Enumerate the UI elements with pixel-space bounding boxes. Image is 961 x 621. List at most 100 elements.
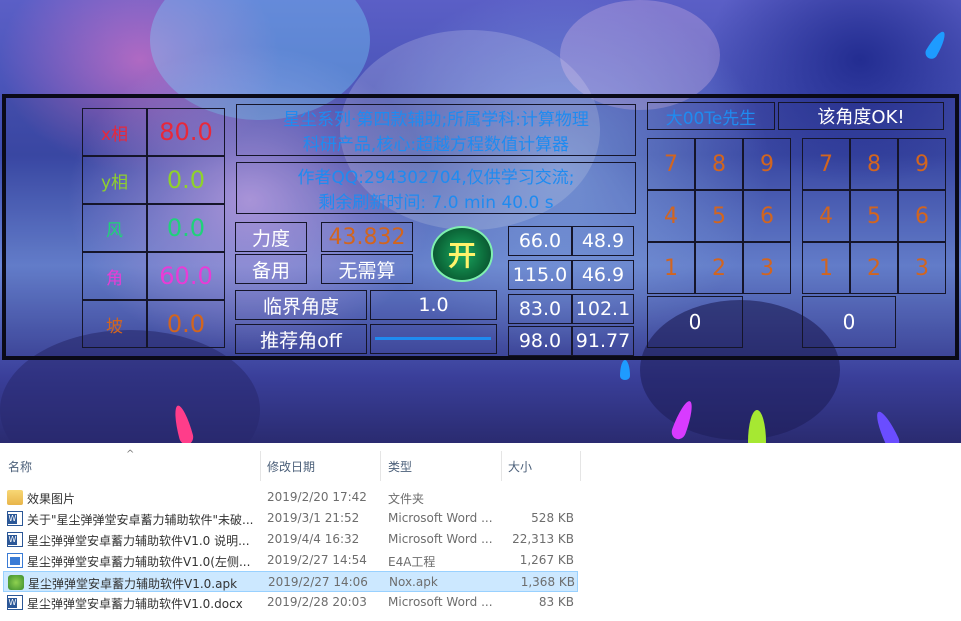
keypad-left-key-3[interactable]: 3	[743, 242, 791, 294]
keypad-right-key-4[interactable]: 4	[802, 190, 850, 242]
column-header-type[interactable]: 类型	[388, 453, 498, 479]
apk-icon	[8, 575, 24, 590]
table-cell: 115.0	[508, 260, 572, 290]
file-type: Microsoft Word ...	[388, 532, 493, 546]
keypad-left-key-5[interactable]: 5	[695, 190, 743, 242]
file-size: 1,368 KB	[520, 575, 575, 589]
keypad-left-zero[interactable]: 0	[647, 296, 743, 348]
column-type-label: 类型	[388, 459, 413, 474]
backup-label-cell: 备用	[235, 254, 307, 284]
angle-result: 115.0	[512, 264, 568, 286]
recommend-label-cell[interactable]: 推荐角off	[235, 324, 367, 354]
word-icon: W	[7, 532, 23, 547]
keypad-right-key-1[interactable]: 1	[802, 242, 850, 294]
info-line-3: 作者QQ:294302704,仅供学习交流;	[297, 168, 575, 188]
keypad-left-key-2[interactable]: 2	[695, 242, 743, 294]
file-name: 效果图片	[27, 492, 76, 506]
file-modified: 2019/3/1 21:52	[267, 511, 360, 525]
leaf-decoration	[620, 360, 630, 380]
table-cell: 83.0	[508, 294, 572, 324]
y-value-cell[interactable]: 0.0	[147, 156, 225, 204]
keypad-left-key-9[interactable]: 9	[743, 138, 791, 190]
wind-value-cell[interactable]: 0.0	[147, 204, 225, 252]
file-name: 星尘弹弹堂安卓蓄力辅助软件V1.0.docx	[27, 597, 243, 611]
table-cell: 98.0	[508, 326, 572, 356]
keypad-left-key-label: 8	[712, 151, 726, 177]
file-row[interactable]: 星尘弹弹堂安卓蓄力辅助软件V1.0.apk 2019/2/27 14:06 Nox.…	[3, 571, 578, 592]
info-line-2: 科研产品,核心:超越方程数值计算器	[302, 135, 570, 155]
file-modified: 2019/2/27 14:06	[268, 575, 368, 589]
keypad-right-key-7[interactable]: 7	[802, 138, 850, 190]
critical-value-cell[interactable]: 1.0	[370, 290, 497, 320]
keypad-left-key-4[interactable]: 4	[647, 190, 695, 242]
wind-label-cell: 风	[82, 204, 147, 252]
angle-result: 98.0	[518, 330, 562, 352]
recommend-slider[interactable]	[370, 324, 497, 354]
force-result: 46.9	[581, 264, 625, 286]
author-tag: 大00Te先生	[665, 108, 757, 129]
keypad-left-key-7[interactable]: 7	[647, 138, 695, 190]
file-row[interactable]: W 星尘弹弹堂安卓蓄力辅助软件V1.0 说明... 2019/4/4 16:32 Mi…	[3, 529, 578, 550]
keypad-right-zero-label: 0	[842, 310, 856, 334]
word-icon: W	[7, 511, 23, 526]
angle-label: 角	[106, 268, 123, 289]
file-type: 文件夹	[388, 492, 425, 506]
keypad-right-key-9[interactable]: 9	[898, 138, 946, 190]
table-cell: 102.1	[572, 294, 634, 324]
file-row[interactable]: 效果图片 2019/2/20 17:42 文件夹	[3, 487, 578, 508]
file-row[interactable]: 星尘弹弹堂安卓蓄力辅助软件V1.0(左侧... 2019/2/27 14:54 E4…	[3, 550, 578, 571]
column-divider[interactable]	[580, 451, 581, 481]
column-header-size[interactable]: 大小	[508, 453, 578, 479]
x-value-cell[interactable]: 80.0	[147, 108, 225, 156]
keypad-right-key-2[interactable]: 2	[850, 242, 898, 294]
table-cell: 48.9	[572, 226, 634, 256]
file-type: Microsoft Word ...	[388, 595, 493, 609]
keypad-left-key-6[interactable]: 6	[743, 190, 791, 242]
keypad-right-key-label: 1	[819, 255, 833, 281]
keypad-right-key-label: 2	[867, 255, 881, 281]
column-divider[interactable]	[380, 451, 381, 481]
force-result: 48.9	[581, 230, 625, 252]
file-row[interactable]: W 关于"星尘弹弹堂安卓蓄力辅助软件"未破... 2019/3/1 21:52 Mic…	[3, 508, 578, 529]
keypad-left-key-label: 6	[760, 203, 774, 229]
word-icon: W	[7, 595, 23, 610]
y-label-cell: y相	[82, 156, 147, 204]
file-name: 关于"星尘弹弹堂安卓蓄力辅助软件"未破...	[27, 513, 254, 527]
column-header-modified[interactable]: 修改日期	[267, 453, 377, 479]
file-modified: 2019/4/4 16:32	[267, 532, 360, 546]
wind-value: 0.0	[166, 214, 206, 242]
open-button[interactable]: 开	[431, 226, 493, 282]
y-label: y相	[100, 172, 129, 193]
file-type: Microsoft Word ...	[388, 511, 493, 525]
refresh-timer: 剩余刷新时间: 7.0 min 40.0 s	[318, 193, 554, 213]
keypad-right-zero[interactable]: 0	[802, 296, 896, 348]
info-line-1: 星尘系列·第四款辅助;所属学科:计算物理	[283, 110, 589, 130]
keypad-right-key-label: 6	[915, 203, 929, 229]
angle-value-cell[interactable]: 60.0	[147, 252, 225, 300]
critical-label-cell: 临界角度	[235, 290, 367, 320]
table-cell: 66.0	[508, 226, 572, 256]
force-label-cell: 力度	[235, 222, 307, 252]
column-divider[interactable]	[260, 451, 261, 481]
keypad-right-key-5[interactable]: 5	[850, 190, 898, 242]
assistant-panel: x相 80.0 y相 0.0 风 0.0 角 60.0 坡 0.0 星尘系列·第…	[2, 94, 959, 360]
backup-label: 备用	[251, 259, 290, 282]
keypad-left-key-1[interactable]: 1	[647, 242, 695, 294]
keypad-right-key-8[interactable]: 8	[850, 138, 898, 190]
file-modified: 2019/2/28 20:03	[267, 595, 367, 609]
file-size: 83 KB	[538, 595, 574, 609]
file-modified: 2019/2/20 17:42	[267, 490, 367, 504]
keypad-right-key-3[interactable]: 3	[898, 242, 946, 294]
keypad-right-key-6[interactable]: 6	[898, 190, 946, 242]
file-row[interactable]: W 星尘弹弹堂安卓蓄力辅助软件V1.0.docx 2019/2/28 20:03 Mi…	[3, 592, 578, 613]
author-tag-cell: 大00Te先生	[647, 102, 775, 130]
file-modified: 2019/2/27 14:54	[267, 553, 367, 567]
slope-value-cell[interactable]: 0.0	[147, 300, 225, 348]
keypad-right-key-label: 8	[867, 151, 881, 177]
slope-label-cell: 坡	[82, 300, 147, 348]
slope-value: 0.0	[166, 310, 206, 338]
keypad-left-key-8[interactable]: 8	[695, 138, 743, 190]
leaf-decoration	[923, 29, 949, 61]
column-divider[interactable]	[501, 451, 502, 481]
angle-value: 60.0	[159, 262, 213, 290]
